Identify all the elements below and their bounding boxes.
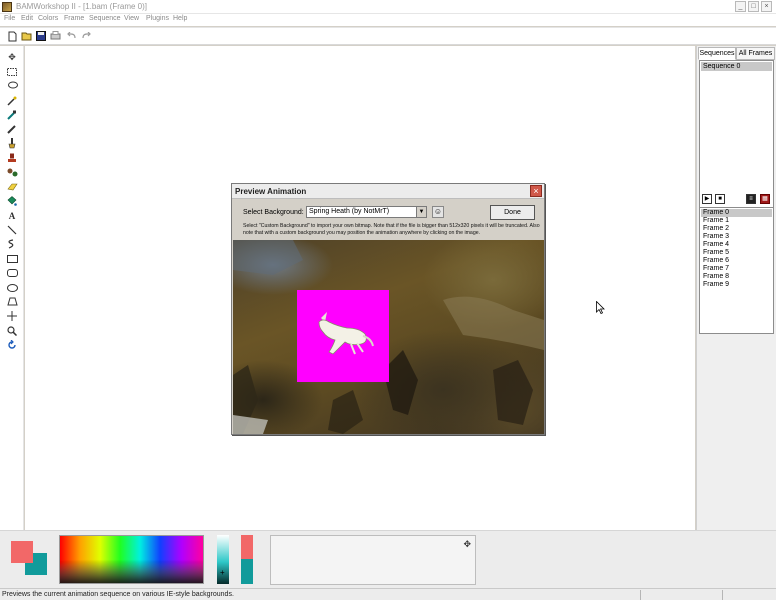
dialog-close-button[interactable]: × [530,185,542,197]
list-item[interactable]: Frame 6 [701,257,772,265]
rounded-rect-tool-icon[interactable] [5,266,19,279]
tool-palette: ✥ A [0,46,24,530]
preview-image[interactable] [233,240,544,434]
background-select[interactable]: Spring Heath (by NotMrT) ▼ [306,206,427,218]
redo-icon[interactable] [80,30,92,42]
foreground-preview [241,535,253,559]
title-bar: BAMWorkshop II - [1.bam (Frame 0)] _ □ × [0,0,776,14]
status-text: Previews the current animation sequence … [2,591,234,598]
unicorn-sprite [318,312,374,355]
tab-all-frames[interactable]: All Frames [736,47,775,60]
menu-colors[interactable]: Colors [38,15,58,22]
brush-icon[interactable] [5,137,19,150]
rotate-icon[interactable] [5,338,19,351]
zoom-icon[interactable] [5,324,19,337]
dialog-title: Preview Animation [235,187,307,196]
frame-toolbar: ▶ ■ ≡ ▦ [697,192,776,206]
menu-plugins[interactable]: Plugins [146,15,169,22]
preview-animation-dialog: Preview Animation × Select Background: S… [231,183,545,435]
preview-panel: ✥ [270,535,476,585]
list-item[interactable]: Frame 0 [701,209,772,217]
status-panel [722,590,776,600]
new-file-icon[interactable] [6,30,18,42]
menu-sequence[interactable]: Sequence [89,15,121,22]
background-select-label: Select Background: [243,209,304,216]
import-background-icon[interactable]: ☺ [432,206,444,218]
menu-bar: File Edit Colors Frame Sequence View Plu… [0,14,776,26]
eyedropper-icon[interactable] [5,108,19,121]
list-item[interactable]: Frame 8 [701,273,772,281]
sequence-panel: Sequences All Frames Sequence 0 ▶ ■ ≡ ▦ … [696,46,776,530]
open-folder-icon[interactable] [21,30,33,42]
maximize-button[interactable]: □ [748,1,759,12]
status-panel [640,590,720,600]
menu-help[interactable]: Help [173,15,187,22]
minimize-button[interactable]: _ [735,1,746,12]
list-item[interactable]: Frame 1 [701,217,772,225]
fill-bucket-icon[interactable] [5,194,19,207]
list-item[interactable]: Frame 2 [701,225,772,233]
dialog-note: Select "Custom Background" to import you… [243,223,540,236]
toolbar [0,27,776,45]
undo-icon[interactable] [66,30,78,42]
rect-select-tool-icon[interactable] [5,65,19,78]
color-spectrum[interactable] [59,535,204,584]
sequence-item[interactable]: Sequence 0 [701,62,772,71]
panel-tabs: Sequences All Frames [697,46,776,60]
slider-marker-icon[interactable]: + [220,568,225,577]
menu-file[interactable]: File [4,15,15,22]
move-tool-icon[interactable]: ✥ [5,51,19,64]
frame-grid-icon[interactable]: ▦ [760,194,770,204]
menu-frame[interactable]: Frame [64,15,84,22]
pencil-icon[interactable] [5,122,19,135]
ellipse-tool-icon[interactable] [5,281,19,294]
list-item[interactable]: Frame 3 [701,233,772,241]
background-preview [241,559,253,584]
palette-bar: + ✥ [0,530,776,588]
list-item[interactable]: Frame 4 [701,241,772,249]
foreground-color-swatch[interactable] [11,541,33,563]
magic-wand-icon[interactable] [5,94,19,107]
list-item[interactable]: Frame 9 [701,281,772,289]
frame-list: Frame 0 Frame 1 Frame 2 Frame 3 Frame 4 … [699,207,774,334]
frame-list-icon[interactable]: ≡ [746,194,756,204]
luminance-slider[interactable]: + [217,535,229,584]
save-icon[interactable] [35,30,47,42]
list-item[interactable]: Frame 5 [701,249,772,257]
move-icon[interactable]: ✥ [463,539,471,550]
mouse-cursor-icon [596,301,605,314]
close-button[interactable]: × [761,1,772,12]
sprite-frame [297,290,389,382]
stamp-icon[interactable] [5,151,19,164]
crosshair-tool-icon[interactable] [5,309,19,322]
menu-view[interactable]: View [124,15,139,22]
dialog-title-bar[interactable]: Preview Animation × [232,184,544,199]
rectangle-tool-icon[interactable] [5,252,19,265]
window-title: BAMWorkshop II - [1.bam (Frame 0)] [16,2,147,11]
list-item[interactable]: Frame 7 [701,265,772,273]
print-icon[interactable] [49,30,61,42]
curve-tool-icon[interactable] [5,237,19,250]
app-icon [2,2,12,12]
lasso-tool-icon[interactable] [5,79,19,92]
chevron-down-icon[interactable]: ▼ [416,207,426,217]
done-button[interactable]: Done [490,205,535,220]
play-icon[interactable]: ▶ [702,194,712,204]
background-select-value: Spring Heath (by NotMrT) [309,208,390,215]
line-tool-icon[interactable] [5,223,19,236]
replace-color-icon[interactable] [5,166,19,179]
polygon-tool-icon[interactable] [5,295,19,308]
stop-icon[interactable]: ■ [715,194,725,204]
eraser-icon[interactable] [5,180,19,193]
status-bar: Previews the current animation sequence … [0,588,776,600]
menu-edit[interactable]: Edit [21,15,33,22]
text-tool-icon[interactable]: A [5,209,19,222]
tab-sequences[interactable]: Sequences [698,47,736,60]
